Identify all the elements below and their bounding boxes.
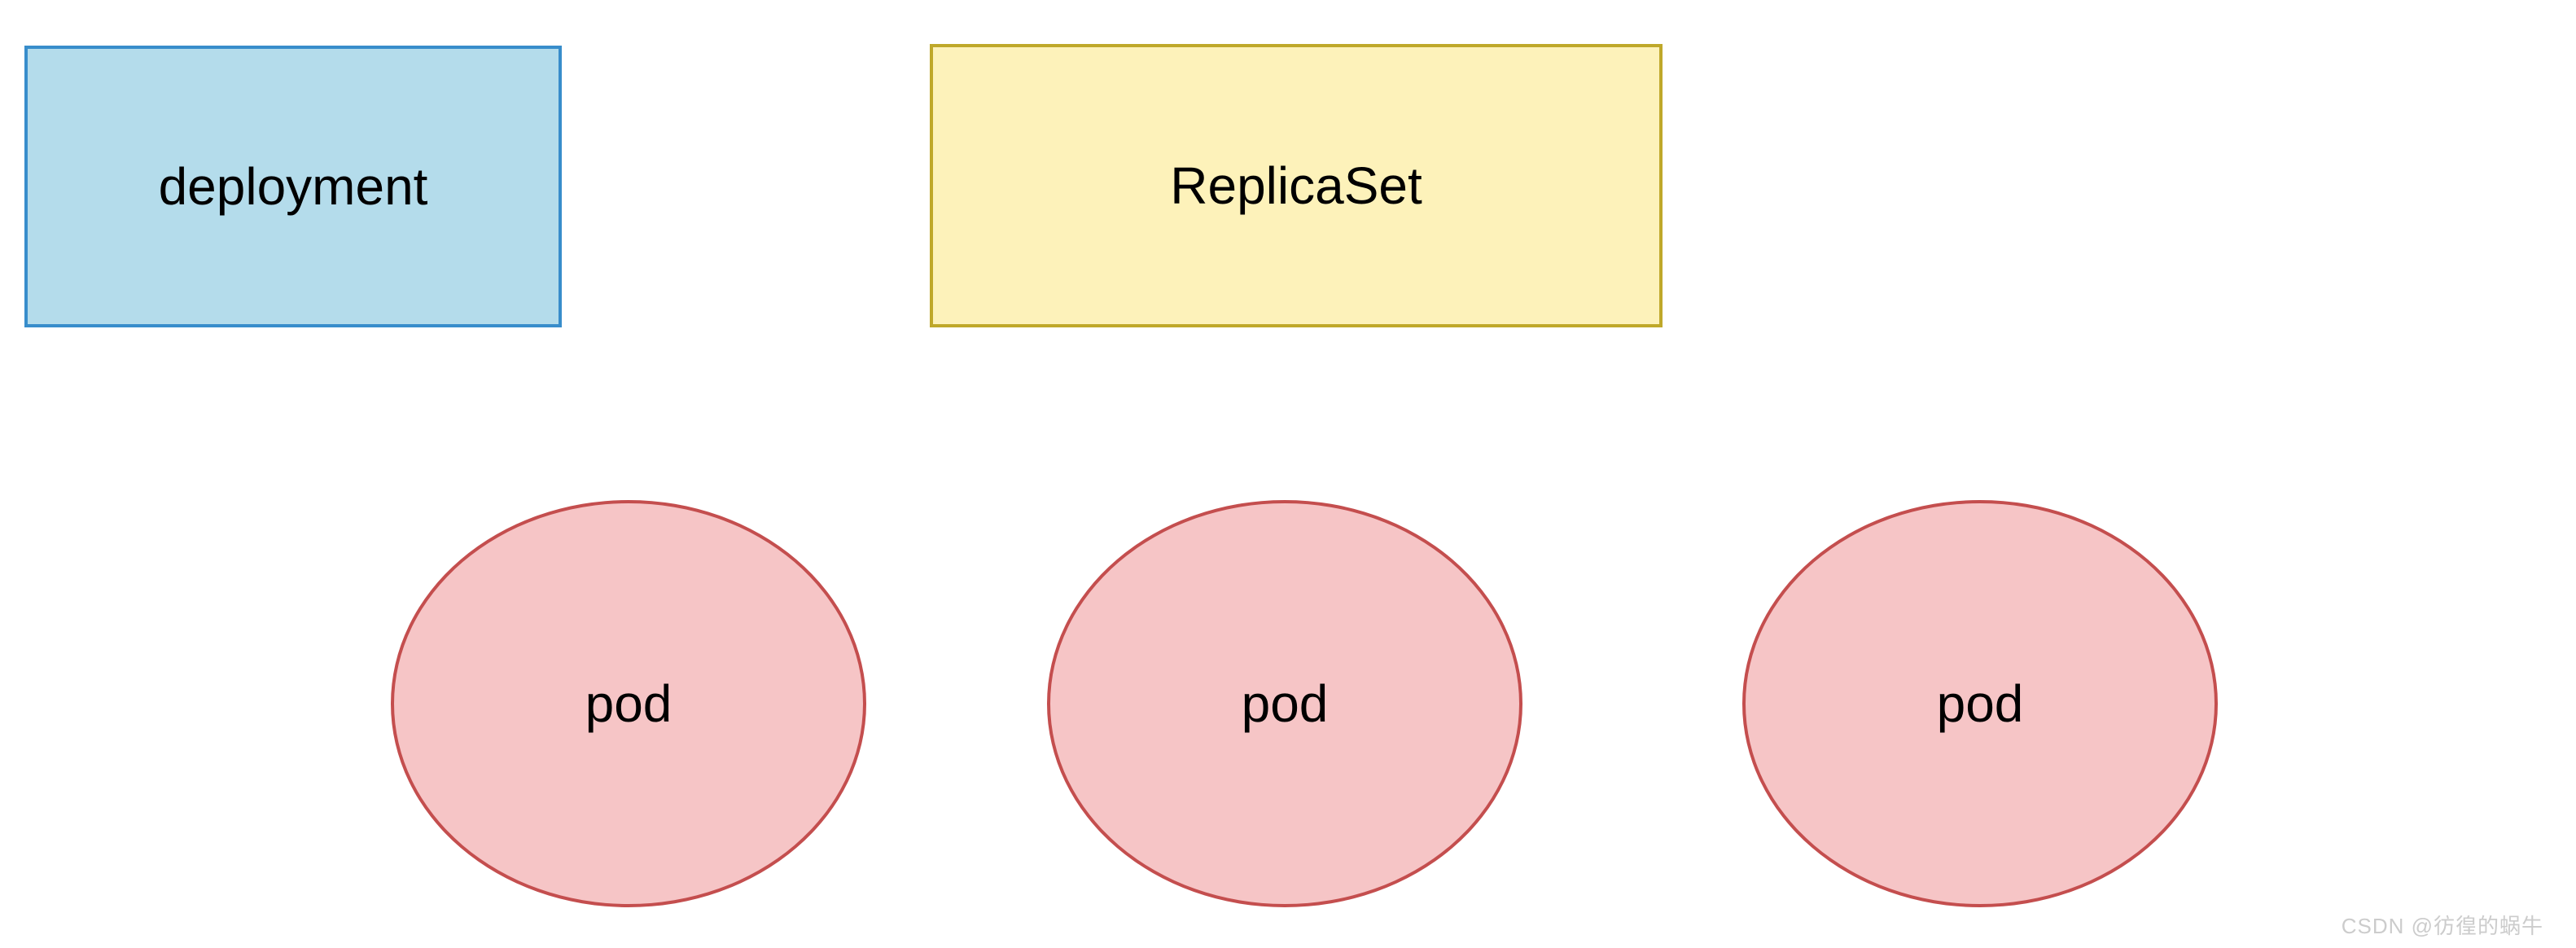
pod-ellipse: pod (391, 500, 866, 907)
pod-label: pod (1242, 674, 1329, 734)
pod-ellipse: pod (1742, 500, 2218, 907)
deployment-label: deployment (159, 156, 428, 217)
replicaset-box: ReplicaSet (930, 44, 1663, 327)
watermark-text: CSDN @彷徨的蜗牛 (2342, 910, 2543, 940)
pod-ellipse: pod (1047, 500, 1522, 907)
pod-label: pod (585, 674, 672, 734)
replicaset-label: ReplicaSet (1170, 156, 1422, 216)
pod-label: pod (1937, 674, 2024, 734)
deployment-box: deployment (24, 46, 562, 327)
